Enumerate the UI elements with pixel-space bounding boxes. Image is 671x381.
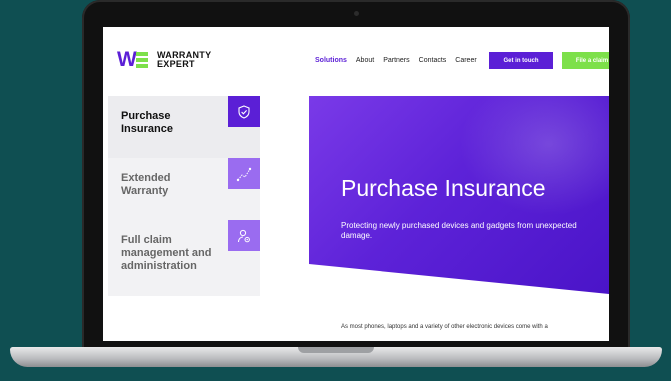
trend-line-icon [228,158,260,189]
nav-about[interactable]: About [356,57,374,64]
laptop-lid: W WARRANTY EXPERT Solutions About Partne… [82,0,630,356]
site-header: W WARRANTY EXPERT Solutions About Partne… [103,27,609,91]
nav-solutions[interactable]: Solutions [315,57,347,64]
body-paragraph: As most phones, laptops and a variety of… [341,324,548,330]
main-nav: Solutions About Partners Contacts Career [315,57,477,64]
logo-mark-icon: W [117,49,151,71]
get-in-touch-button[interactable]: Get in touch [489,52,553,69]
camera-icon [354,11,359,16]
shield-check-icon [228,96,260,127]
nav-career[interactable]: Career [455,57,476,64]
hero-subtitle: Protecting newly purchased devices and g… [341,221,577,240]
solutions-sidebar: Purchase Insurance Extended Warranty Ful… [108,96,260,296]
logo-line2: EXPERT [157,59,195,69]
laptop-base [10,347,662,367]
hero-title: Purchase Insurance [341,175,546,201]
sidebar-item-purchase-insurance[interactable]: Purchase Insurance [108,96,260,158]
file-claim-button[interactable]: File a claim [562,52,609,69]
nav-partners[interactable]: Partners [383,57,409,64]
laptop-notch [298,347,374,353]
sidebar-item-label: Purchase Insurance [121,110,173,135]
sidebar-item-claim-management[interactable]: Full claim management and administration [108,220,260,296]
laptop-screen: W WARRANTY EXPERT Solutions About Partne… [103,27,609,341]
sidebar-item-label: Extended Warranty [121,172,171,197]
logo-text: WARRANTY EXPERT [157,51,211,69]
person-gear-icon [228,220,260,251]
sidebar-item-extended-warranty[interactable]: Extended Warranty [108,158,260,220]
sidebar-item-label: Full claim management and administration [121,234,212,272]
nav-contacts[interactable]: Contacts [419,57,447,64]
logo[interactable]: W WARRANTY EXPERT [117,49,211,71]
